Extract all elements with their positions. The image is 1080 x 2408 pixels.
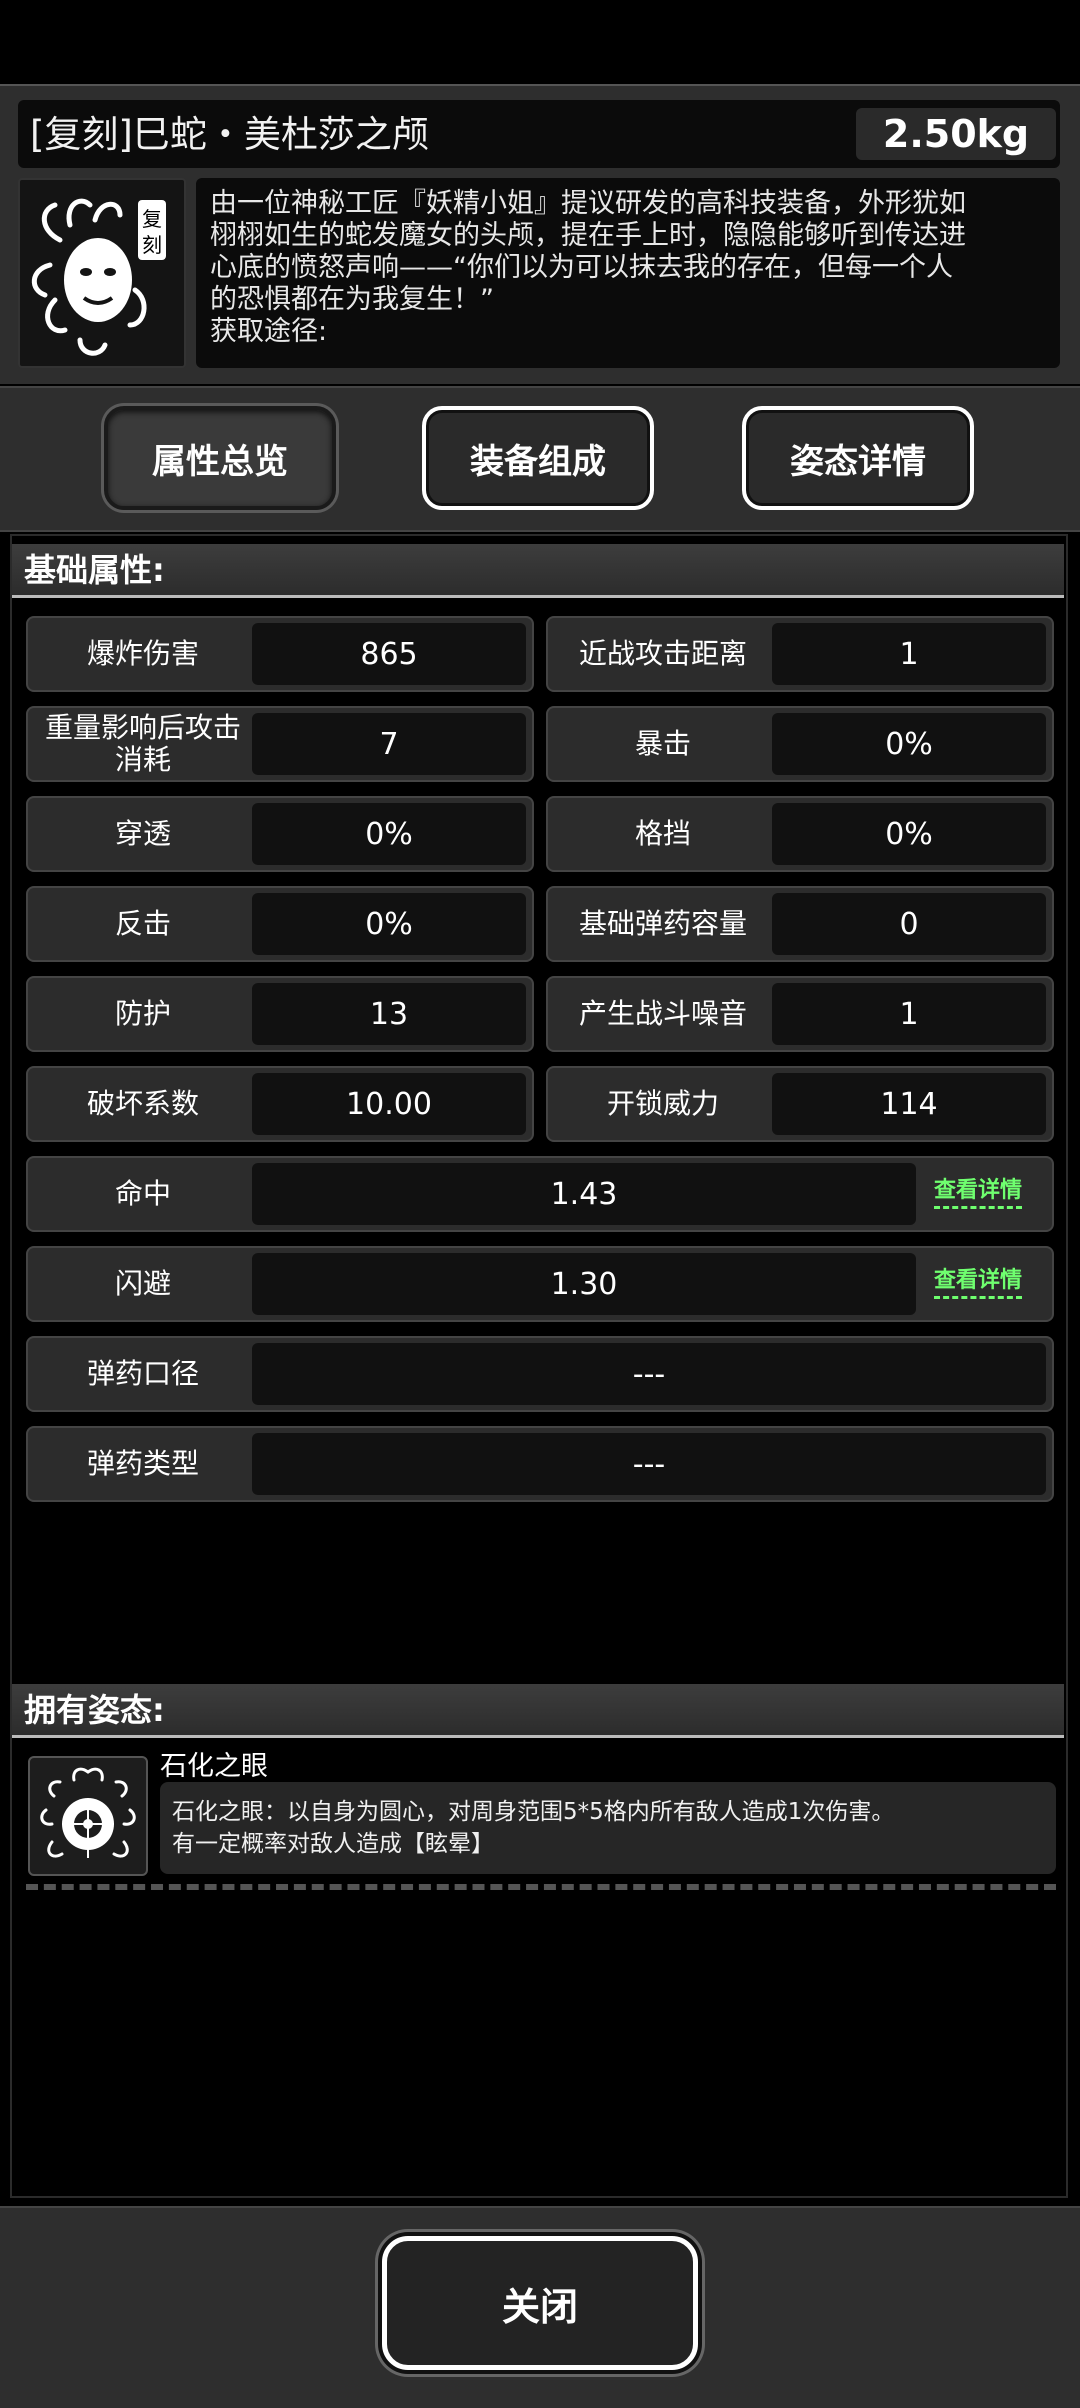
stance-name: 石化之眼 — [160, 1751, 268, 1782]
attribute-cell: 穿透 0% — [26, 796, 534, 872]
attribute-cell: 产生战斗噪音 1 — [546, 976, 1054, 1052]
stance-description: 石化之眼：以自身为圆心，对周身范围5*5格内所有敌人造成1次伤害。 有一定概率对… — [160, 1782, 1056, 1874]
attribute-label: 爆炸伤害 — [86, 637, 199, 670]
attribute-label: 弹药口径 — [86, 1357, 199, 1390]
medusa-head-icon: 复 刻 — [31, 198, 166, 356]
close-button[interactable]: 关闭 — [382, 2236, 698, 2370]
attribute-value: 0% — [772, 803, 1046, 865]
attribute-cell: 格挡 0% — [546, 796, 1054, 872]
attribute-cell: 近战攻击距离 1 — [546, 616, 1054, 692]
attribute-label: 破坏系数 — [86, 1087, 199, 1120]
attribute-cell-wide: 弹药口径 --- — [26, 1336, 1054, 1412]
tab-stance-details[interactable]: 姿态详情 — [742, 406, 974, 510]
attribute-cell: 破坏系数 10.00 — [26, 1066, 534, 1142]
attribute-cell: 爆炸伤害 865 — [26, 616, 534, 692]
attribute-label: 穿透 — [114, 817, 171, 850]
icon-badge-1: 复 — [142, 207, 162, 231]
tab-equipment-composition[interactable]: 装备组成 — [422, 406, 654, 510]
attribute-cell: 暴击 0% — [546, 706, 1054, 782]
attribute-label: 弹药类型 — [86, 1447, 199, 1480]
attribute-value: 1.43 — [252, 1163, 916, 1225]
attribute-label: 产生战斗噪音 — [578, 997, 747, 1030]
attribute-value: --- — [252, 1343, 1046, 1405]
description-line: 的恐惧都在为我复生！” — [210, 284, 494, 315]
attribute-label: 闪避 — [114, 1267, 171, 1300]
stances-header: 拥有姿态: — [12, 1684, 1064, 1738]
attribute-value: 0 — [772, 893, 1046, 955]
attribute-value: 10.00 — [252, 1073, 526, 1135]
attribute-label: 暴击 — [634, 727, 691, 760]
attribute-value: 1.30 — [252, 1253, 916, 1315]
description-line: 由一位神秘工匠『妖精小姐』提议研发的高科技装备，外形犹如 — [210, 188, 966, 219]
attribute-cell: 开锁威力 114 — [546, 1066, 1054, 1142]
attribute-cell-wide: 弹药类型 --- — [26, 1426, 1054, 1502]
attribute-value: 7 — [252, 713, 526, 775]
attribute-value: 865 — [252, 623, 526, 685]
attribute-cell: 基础弹药容量 0 — [546, 886, 1054, 962]
attribute-label: 开锁威力 — [606, 1087, 719, 1120]
stance-desc-line: 石化之眼：以自身为圆心，对周身范围5*5格内所有敌人造成1次伤害。 — [172, 1799, 895, 1825]
item-title: [复刻]巳蛇・美杜莎之颅 — [30, 113, 429, 156]
basic-attributes-header: 基础属性: — [12, 544, 1064, 598]
tab-attribute-overview[interactable]: 属性总览 — [104, 406, 336, 510]
attribute-value: 0% — [252, 803, 526, 865]
attribute-cell: 反击 0% — [26, 886, 534, 962]
view-details-link[interactable]: 查看详情 — [934, 1266, 1023, 1299]
item-description: 由一位神秘工匠『妖精小姐』提议研发的高科技装备，外形犹如 栩栩如生的蛇发魔女的头… — [196, 178, 1060, 368]
attribute-label: 基础弹药容量 — [578, 907, 747, 940]
attribute-label: 近战攻击距离 — [578, 637, 747, 670]
attribute-cell: 重量影响后攻击消耗 7 — [26, 706, 534, 782]
attribute-value: 0% — [772, 713, 1046, 775]
attribute-cell: 防护 13 — [26, 976, 534, 1052]
icon-badge-2: 刻 — [142, 233, 162, 257]
medusa-eye-icon — [40, 1767, 136, 1858]
acquisition-label: 获取途径: — [210, 316, 328, 347]
item-weight: 2.50kg — [856, 108, 1056, 160]
attribute-value: 0% — [252, 893, 526, 955]
attribute-value: 1 — [772, 983, 1046, 1045]
attribute-label: 反击 — [114, 907, 171, 940]
attribute-value: --- — [252, 1433, 1046, 1495]
attribute-value: 1 — [772, 623, 1046, 685]
description-line: 心底的愤怒声响——“你们以为可以抹去我的存在，但每一个人 — [210, 252, 953, 283]
attribute-label: 格挡 — [634, 817, 691, 850]
stance-desc-line: 有一定概率对敌人造成【眩晕】 — [172, 1831, 494, 1857]
divider — [26, 1884, 1056, 1890]
attribute-label: 防护 — [114, 997, 171, 1030]
description-line: 栩栩如生的蛇发魔女的头颅，提在手上时，隐隐能够听到传达进 — [210, 220, 966, 251]
attribute-value: 114 — [772, 1073, 1046, 1135]
view-details-link[interactable]: 查看详情 — [934, 1176, 1023, 1209]
attribute-label: 重量影响后攻击消耗 — [44, 711, 241, 776]
attribute-cell-wide: 命中 1.43 查看详情 — [26, 1156, 1054, 1232]
stance-icon-frame[interactable] — [28, 1756, 148, 1876]
item-icon-frame: 复 刻 — [18, 178, 186, 368]
attribute-label: 命中 — [114, 1177, 171, 1210]
attribute-value: 13 — [252, 983, 526, 1045]
attribute-cell-wide: 闪避 1.30 查看详情 — [26, 1246, 1054, 1322]
